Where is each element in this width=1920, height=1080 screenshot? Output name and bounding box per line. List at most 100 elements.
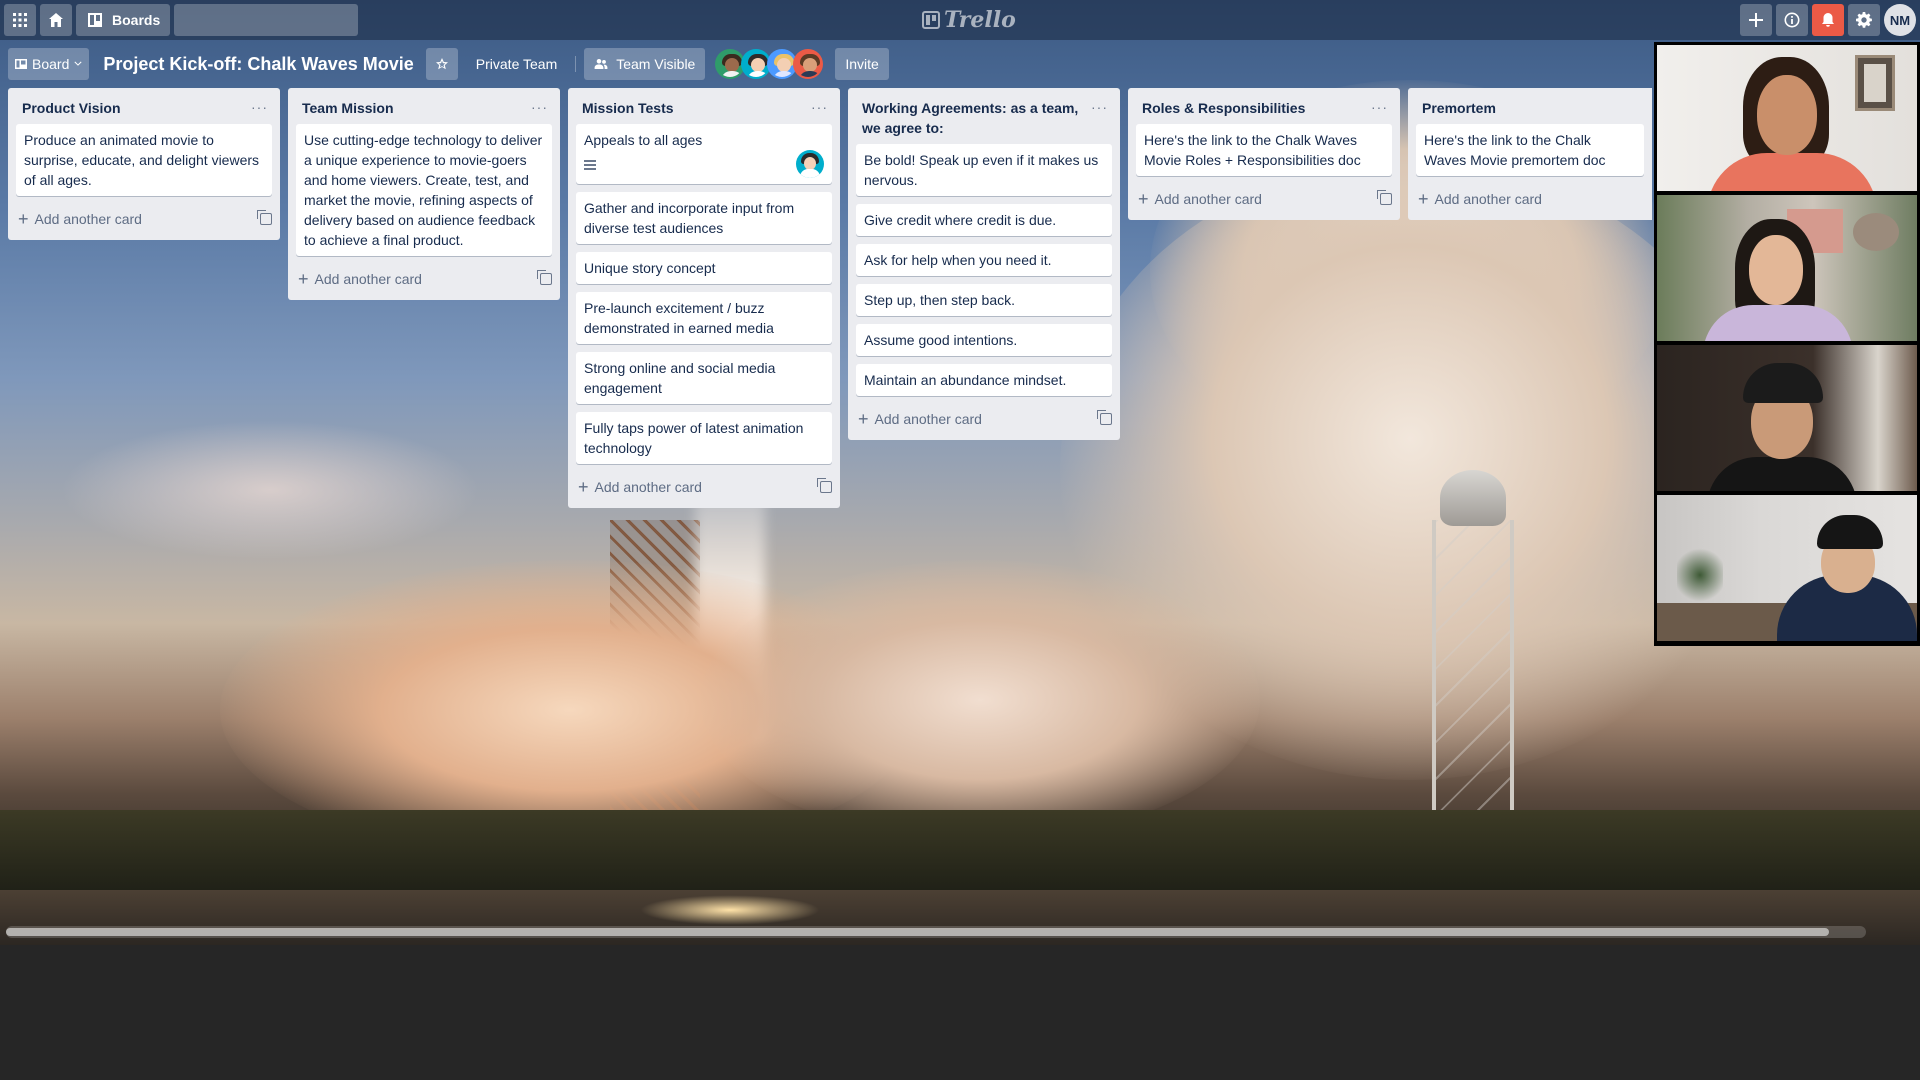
plus-icon: +: [858, 409, 869, 429]
card[interactable]: Assume good intentions.: [856, 324, 1112, 356]
card-title: Pre-launch excitement / buzz demonstrate…: [584, 300, 774, 336]
card[interactable]: Ask for help when you need it.: [856, 244, 1112, 276]
list-title[interactable]: Roles & Responsibilities: [1142, 98, 1305, 118]
video-participant-tile[interactable]: [1657, 195, 1917, 341]
card-title: Here's the link to the Chalk Waves Movie…: [1424, 132, 1606, 168]
card[interactable]: Unique story concept: [576, 252, 832, 284]
card[interactable]: Fully taps power of latest animation tec…: [576, 412, 832, 464]
header-divider: [575, 56, 577, 72]
add-card-button[interactable]: + Add another card: [18, 210, 142, 228]
plus-icon: +: [1418, 189, 1429, 209]
apps-grid-icon: [13, 13, 27, 27]
plus-icon: +: [1138, 189, 1149, 209]
card-title: Here's the link to the Chalk Waves Movie…: [1144, 132, 1361, 168]
visibility-button[interactable]: Team Visible: [584, 48, 706, 80]
list-title[interactable]: Product Vision: [22, 98, 121, 118]
board-lists: Product Vision ··· Produce an animated m…: [8, 88, 1660, 508]
star-icon: [435, 58, 448, 70]
create-button[interactable]: [1740, 4, 1772, 36]
card[interactable]: Maintain an abundance mindset.: [856, 364, 1112, 396]
video-participant-tile[interactable]: [1657, 495, 1917, 641]
card-template-icon[interactable]: [817, 478, 832, 493]
list-team-mission: Team Mission ··· Use cutting-edge techno…: [288, 88, 560, 300]
member-avatar[interactable]: [793, 49, 824, 79]
board-title[interactable]: Project Kick-off: Chalk Waves Movie: [103, 54, 413, 75]
card-title: Maintain an abundance mindset.: [864, 372, 1067, 388]
board-view-switcher[interactable]: Board: [8, 48, 90, 80]
list-title[interactable]: Premortem: [1422, 98, 1496, 118]
trello-logo-text: Trello: [944, 7, 1016, 33]
visibility-label: Team Visible: [616, 56, 696, 72]
list-menu-icon[interactable]: ···: [1087, 98, 1112, 116]
card[interactable]: Pre-launch excitement / buzz demonstrate…: [576, 292, 832, 344]
card-title: Fully taps power of latest animation tec…: [584, 420, 804, 456]
card[interactable]: Appeals to all ages: [576, 124, 832, 184]
add-card-button[interactable]: + Add another card: [578, 478, 702, 496]
list-menu-icon[interactable]: ···: [527, 98, 552, 116]
home-icon: [49, 13, 63, 27]
board-horizontal-scrollbar[interactable]: [6, 926, 1866, 938]
video-participant-tile[interactable]: [1657, 45, 1917, 191]
add-card-label: Add another card: [34, 211, 142, 227]
card-template-icon[interactable]: [257, 210, 272, 225]
list-title[interactable]: Mission Tests: [582, 98, 674, 118]
star-board-button[interactable]: [425, 48, 458, 80]
video-participant-tile[interactable]: [1657, 345, 1917, 491]
user-avatar[interactable]: NM: [1884, 4, 1916, 36]
card-title: Unique story concept: [584, 260, 716, 276]
card[interactable]: Here's the link to the Chalk Waves Movie…: [1136, 124, 1392, 176]
trello-logo-icon: [922, 11, 940, 29]
list-menu-icon[interactable]: ···: [247, 98, 272, 116]
scrollbar-thumb[interactable]: [6, 928, 1829, 936]
boards-button[interactable]: Boards: [76, 4, 171, 36]
card[interactable]: Strong online and social media engagemen…: [576, 352, 832, 404]
card-member-avatar[interactable]: [796, 150, 824, 178]
list-title[interactable]: Team Mission: [302, 98, 394, 118]
trello-logo[interactable]: Trello: [922, 6, 1016, 34]
team-button[interactable]: Private Team: [466, 48, 567, 80]
board-header: Board Project Kick-off: Chalk Waves Movi…: [0, 44, 1650, 84]
card-title: Assume good intentions.: [864, 332, 1018, 348]
card[interactable]: Step up, then step back.: [856, 284, 1112, 316]
home-button[interactable]: [40, 4, 72, 36]
add-card-label: Add another card: [1154, 191, 1262, 207]
card-title: Step up, then step back.: [864, 292, 1015, 308]
notifications-button[interactable]: [1812, 4, 1844, 36]
list-menu-icon[interactable]: ···: [1367, 98, 1392, 116]
search-field[interactable]: [161, 4, 359, 36]
list-mission-tests: Mission Tests ··· Appeals to all ages Ga…: [568, 88, 840, 508]
info-icon: [1784, 12, 1800, 28]
add-card-button[interactable]: + Add another card: [858, 409, 982, 429]
settings-button[interactable]: [1848, 4, 1880, 36]
add-card-label: Add another card: [874, 411, 982, 427]
card[interactable]: Be bold! Speak up even if it makes us ne…: [856, 144, 1112, 196]
card[interactable]: Use cutting-edge technology to deliver a…: [296, 124, 552, 256]
card-title: Gather and incorporate input from divers…: [584, 200, 795, 236]
information-button[interactable]: [1776, 4, 1808, 36]
card-template-icon[interactable]: [1377, 190, 1392, 205]
board-members: [715, 49, 824, 79]
card-title: Be bold! Speak up even if it makes us ne…: [864, 152, 1099, 188]
card-title: Produce an animated movie to surprise, e…: [24, 132, 260, 188]
invite-button[interactable]: Invite: [835, 48, 889, 80]
bell-icon: [1822, 13, 1834, 27]
card-template-icon[interactable]: [1097, 410, 1112, 425]
add-card-label: Add another card: [314, 271, 422, 287]
add-card-label: Add another card: [594, 479, 702, 495]
card-title: Use cutting-edge technology to deliver a…: [304, 132, 543, 248]
card[interactable]: Give credit where credit is due.: [856, 204, 1112, 236]
search-input[interactable]: [161, 12, 351, 28]
description-icon: [584, 159, 598, 169]
card[interactable]: Gather and incorporate input from divers…: [576, 192, 832, 244]
add-card-button[interactable]: + Add another card: [298, 270, 422, 288]
team-visibility-icon: [594, 59, 608, 69]
apps-grid-button[interactable]: [4, 4, 36, 36]
card-template-icon[interactable]: [537, 270, 552, 285]
card[interactable]: Here's the link to the Chalk Waves Movie…: [1416, 124, 1644, 176]
card[interactable]: Produce an animated movie to surprise, e…: [16, 124, 272, 196]
list-menu-icon[interactable]: ···: [807, 98, 832, 116]
add-card-button[interactable]: + Add another card: [1138, 189, 1262, 209]
list-title[interactable]: Working Agreements: as a team, we agree …: [862, 98, 1087, 138]
add-card-button[interactable]: + Add another card: [1418, 189, 1542, 209]
boards-icon: [88, 13, 102, 27]
